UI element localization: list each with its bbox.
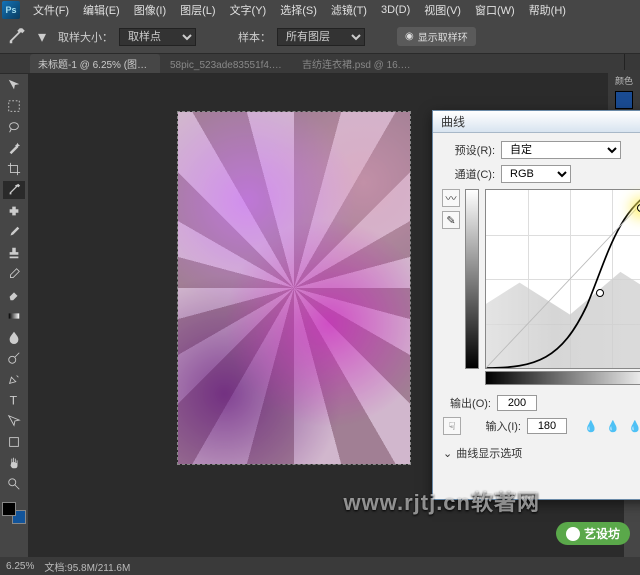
output-field[interactable] [497,395,537,411]
menu-type[interactable]: 文字(Y) [223,0,274,20]
channel-select[interactable]: RGB [501,165,571,183]
pencil-mode-icon[interactable]: ✎ [442,211,460,229]
color-panel-label: 颜色 [615,74,633,87]
history-brush-tool[interactable] [3,265,25,283]
chevron-down-icon[interactable]: ▾ [32,27,52,47]
input-ramp [485,371,640,385]
menu-window[interactable]: 窗口(W) [468,0,522,20]
menu-layer[interactable]: 图层(L) [173,0,222,20]
shape-tool[interactable] [3,433,25,451]
hand-tool[interactable] [3,454,25,472]
show-ring-label: 显示取样环 [418,29,468,44]
curve-point[interactable] [596,289,604,297]
watermark-wechat: 艺设坊 [556,522,630,545]
wand-tool[interactable] [3,139,25,157]
white-point-icon[interactable]: 💧 [627,418,640,434]
target-adjust-icon[interactable]: ☟ [443,417,461,435]
crop-tool[interactable] [3,160,25,178]
color-panel[interactable]: 颜色 [608,70,640,110]
disclose-label: 曲线显示选项 [456,445,522,461]
eyedropper-tool[interactable] [3,181,25,199]
type-tool[interactable]: T [3,391,25,409]
dodge-tool[interactable] [3,349,25,367]
doc-tab-2[interactable]: 58pic_523ade83551f4.psd @ 8.3... [162,58,292,73]
menu-filter[interactable]: 滤镜(T) [324,0,374,20]
svg-text:T: T [10,393,18,407]
curve-point-highlight[interactable] [637,204,640,212]
menu-select[interactable]: 选择(S) [273,0,324,20]
artboard[interactable] [178,112,410,464]
menu-file[interactable]: 文件(F) [26,0,76,20]
input-field[interactable] [527,418,567,434]
menu-view[interactable]: 视图(V) [417,0,468,20]
menu-image[interactable]: 图像(I) [127,0,173,20]
curve-mode-icon[interactable]: 〰 [442,189,460,207]
zoom-tool[interactable] [3,475,25,493]
eyedropper-icon [6,27,26,47]
chevron-down-icon: ⌄ [443,447,452,460]
heal-tool[interactable] [3,202,25,220]
color-swatches[interactable] [2,502,26,524]
doc-tab-3[interactable]: 吉纺连衣裙.psd @ 16.7% (图层 1... [294,54,424,73]
app-logo: Ps [2,1,20,19]
preset-label: 预设(R): [443,142,495,158]
menu-help[interactable]: 帮助(H) [522,0,573,20]
curve-line[interactable] [486,190,640,368]
output-label: 输出(O): [439,395,491,411]
black-point-icon[interactable]: 💧 [583,418,599,434]
brush-tool[interactable] [3,223,25,241]
stamp-tool[interactable] [3,244,25,262]
move-tool[interactable] [3,76,25,94]
blur-tool[interactable] [3,328,25,346]
doc-size-readout: 文档:95.8M/211.6M [44,559,130,574]
preset-select[interactable]: 自定 [501,141,621,159]
sample-size-select[interactable]: 取样点 [119,28,196,46]
output-ramp [465,189,479,369]
lasso-tool[interactable] [3,118,25,136]
menu-edit[interactable]: 编辑(E) [76,0,127,20]
path-tool[interactable] [3,412,25,430]
statusbar: 6.25% 文档:95.8M/211.6M [0,557,640,575]
sample-layers-label: 样本： [238,29,271,45]
fg-swatch[interactable] [2,502,16,516]
show-ring-toggle[interactable]: ◉ 显示取样环 [397,27,476,46]
channel-label: 通道(C): [443,166,495,182]
sample-layers-select[interactable]: 所有图层 [277,28,365,46]
doc-tab-1[interactable]: 未标题-1 @ 6.25% (图层 4, RGB/8) * × [30,54,160,73]
input-label: 输入(I): [469,418,521,434]
panel-swatch[interactable] [615,91,633,109]
menu-3d[interactable]: 3D(D) [374,2,417,18]
dialog-title[interactable]: 曲线 [433,111,640,133]
tabbar: 未标题-1 @ 6.25% (图层 4, RGB/8) * × 58pic_52… [0,54,640,74]
artwork [178,112,410,464]
sample-size-label: 取样大小： [58,29,113,45]
options-bar: ▾ 取样大小： 取样点 样本： 所有图层 ◉ 显示取样环 [0,20,640,54]
gradient-tool[interactable] [3,307,25,325]
curves-dialog[interactable]: 曲线 预设(R): 自定 通道(C): RGB 〰 ✎ [432,110,640,500]
pen-tool[interactable] [3,370,25,388]
eraser-tool[interactable] [3,286,25,304]
ring-icon: ◉ [405,31,414,42]
zoom-readout[interactable]: 6.25% [6,561,34,572]
disclose-display-options[interactable]: ⌄ 曲线显示选项 [443,445,640,461]
menubar: Ps 文件(F) 编辑(E) 图像(I) 图层(L) 文字(Y) 选择(S) 滤… [0,0,640,20]
gray-point-icon[interactable]: 💧 [605,418,621,434]
curves-graph[interactable] [485,189,640,369]
marquee-tool[interactable] [3,97,25,115]
watermark-site: www.rjtj.cn软著网 [343,485,540,517]
toolbox: T [0,74,28,557]
